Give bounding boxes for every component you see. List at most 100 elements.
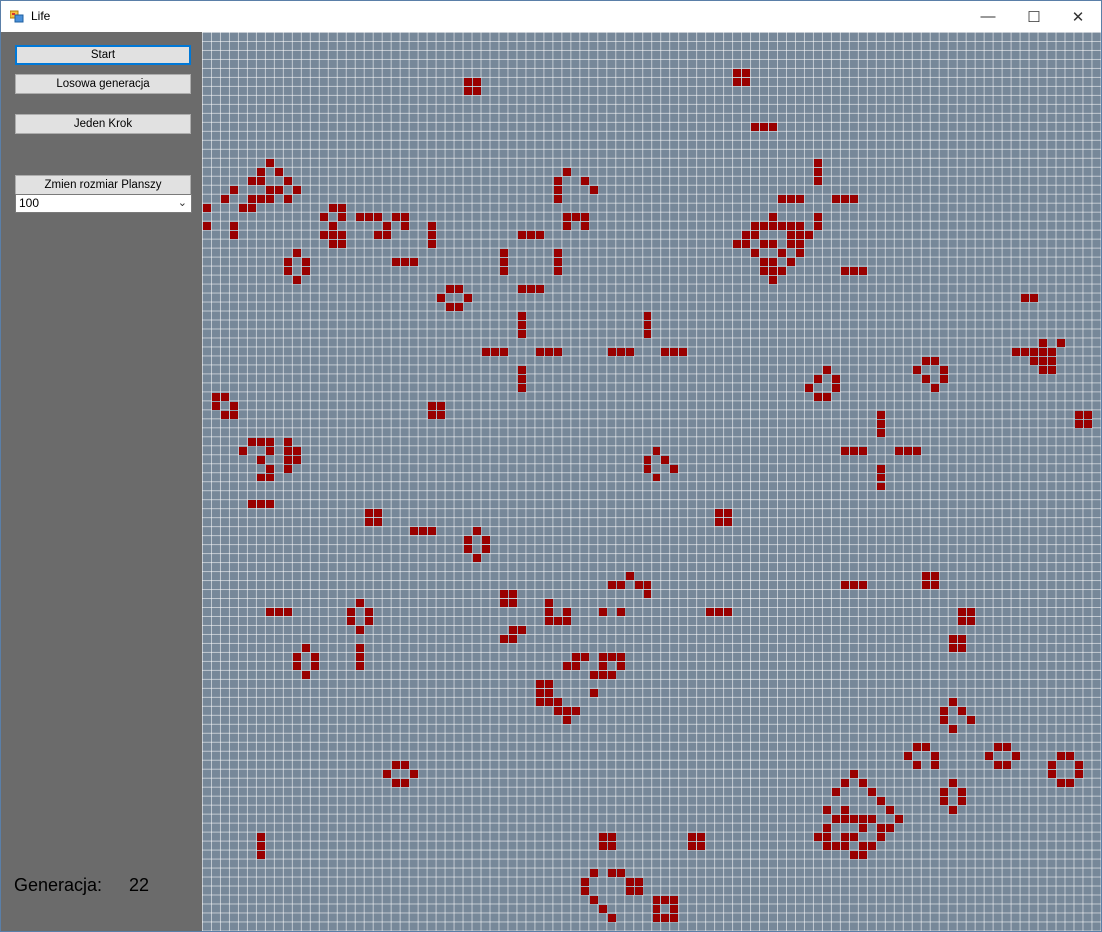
- live-cell[interactable]: [463, 293, 472, 302]
- live-cell[interactable]: [472, 77, 481, 86]
- live-cell[interactable]: [841, 581, 850, 590]
- live-cell[interactable]: [553, 698, 562, 707]
- live-cell[interactable]: [607, 833, 616, 842]
- live-cell[interactable]: [508, 599, 517, 608]
- live-cell[interactable]: [859, 779, 868, 788]
- live-cell[interactable]: [616, 869, 625, 878]
- live-cell[interactable]: [508, 635, 517, 644]
- live-cell[interactable]: [463, 86, 472, 95]
- live-cell[interactable]: [436, 293, 445, 302]
- live-cell[interactable]: [355, 626, 364, 635]
- live-cell[interactable]: [229, 230, 238, 239]
- live-cell[interactable]: [616, 581, 625, 590]
- live-cell[interactable]: [445, 302, 454, 311]
- live-cell[interactable]: [499, 599, 508, 608]
- live-cell[interactable]: [706, 608, 715, 617]
- live-cell[interactable]: [823, 833, 832, 842]
- live-cell[interactable]: [733, 77, 742, 86]
- live-cell[interactable]: [211, 392, 220, 401]
- live-cell[interactable]: [328, 203, 337, 212]
- live-cell[interactable]: [805, 383, 814, 392]
- live-cell[interactable]: [256, 500, 265, 509]
- live-cell[interactable]: [949, 635, 958, 644]
- live-cell[interactable]: [670, 464, 679, 473]
- live-cell[interactable]: [328, 230, 337, 239]
- live-cell[interactable]: [814, 167, 823, 176]
- live-cell[interactable]: [427, 527, 436, 536]
- live-cell[interactable]: [517, 329, 526, 338]
- live-cell[interactable]: [832, 842, 841, 851]
- live-cell[interactable]: [724, 608, 733, 617]
- live-cell[interactable]: [940, 707, 949, 716]
- live-cell[interactable]: [643, 590, 652, 599]
- live-cell[interactable]: [841, 833, 850, 842]
- live-cell[interactable]: [625, 878, 634, 887]
- live-cell[interactable]: [517, 365, 526, 374]
- live-cell[interactable]: [544, 689, 553, 698]
- live-cell[interactable]: [445, 284, 454, 293]
- live-cell[interactable]: [949, 779, 958, 788]
- live-cell[interactable]: [886, 806, 895, 815]
- live-cell[interactable]: [283, 437, 292, 446]
- live-cell[interactable]: [949, 698, 958, 707]
- live-cell[interactable]: [283, 257, 292, 266]
- live-cell[interactable]: [220, 410, 229, 419]
- live-cell[interactable]: [1048, 347, 1057, 356]
- live-cell[interactable]: [517, 311, 526, 320]
- live-cell[interactable]: [1075, 419, 1083, 428]
- live-cell[interactable]: [292, 455, 301, 464]
- live-cell[interactable]: [247, 437, 256, 446]
- live-cell[interactable]: [670, 914, 679, 922]
- live-cell[interactable]: [940, 788, 949, 797]
- live-cell[interactable]: [886, 824, 895, 833]
- live-cell[interactable]: [751, 122, 760, 131]
- live-cell[interactable]: [598, 608, 607, 617]
- live-cell[interactable]: [382, 230, 391, 239]
- live-cell[interactable]: [391, 257, 400, 266]
- live-cell[interactable]: [580, 212, 589, 221]
- live-cell[interactable]: [265, 500, 274, 509]
- live-cell[interactable]: [1075, 761, 1083, 770]
- live-cell[interactable]: [697, 833, 706, 842]
- live-cell[interactable]: [877, 428, 886, 437]
- live-cell[interactable]: [877, 824, 886, 833]
- live-cell[interactable]: [517, 284, 526, 293]
- live-cell[interactable]: [877, 473, 886, 482]
- live-cell[interactable]: [589, 671, 598, 680]
- live-cell[interactable]: [958, 635, 967, 644]
- live-cell[interactable]: [778, 248, 787, 257]
- live-cell[interactable]: [850, 833, 859, 842]
- live-cell[interactable]: [661, 914, 670, 922]
- live-cell[interactable]: [229, 221, 238, 230]
- live-cell[interactable]: [391, 779, 400, 788]
- live-cell[interactable]: [778, 194, 787, 203]
- live-cell[interactable]: [868, 842, 877, 851]
- live-cell[interactable]: [787, 221, 796, 230]
- live-cell[interactable]: [940, 797, 949, 806]
- live-cell[interactable]: [940, 716, 949, 725]
- live-cell[interactable]: [409, 527, 418, 536]
- live-cell[interactable]: [1030, 293, 1039, 302]
- live-cell[interactable]: [301, 671, 310, 680]
- live-cell[interactable]: [931, 761, 940, 770]
- life-board[interactable]: [202, 32, 1101, 931]
- live-cell[interactable]: [301, 266, 310, 275]
- live-cell[interactable]: [283, 455, 292, 464]
- live-cell[interactable]: [859, 842, 868, 851]
- random-generation-button[interactable]: Losowa generacja: [15, 74, 191, 94]
- live-cell[interactable]: [634, 581, 643, 590]
- live-cell[interactable]: [904, 446, 913, 455]
- live-cell[interactable]: [499, 266, 508, 275]
- live-cell[interactable]: [382, 221, 391, 230]
- live-cell[interactable]: [256, 176, 265, 185]
- live-cell[interactable]: [328, 239, 337, 248]
- live-cell[interactable]: [742, 68, 751, 77]
- live-cell[interactable]: [841, 266, 850, 275]
- live-cell[interactable]: [643, 329, 652, 338]
- live-cell[interactable]: [949, 644, 958, 653]
- live-cell[interactable]: [715, 608, 724, 617]
- live-cell[interactable]: [265, 464, 274, 473]
- live-cell[interactable]: [490, 347, 499, 356]
- live-cell[interactable]: [661, 455, 670, 464]
- live-cell[interactable]: [904, 752, 913, 761]
